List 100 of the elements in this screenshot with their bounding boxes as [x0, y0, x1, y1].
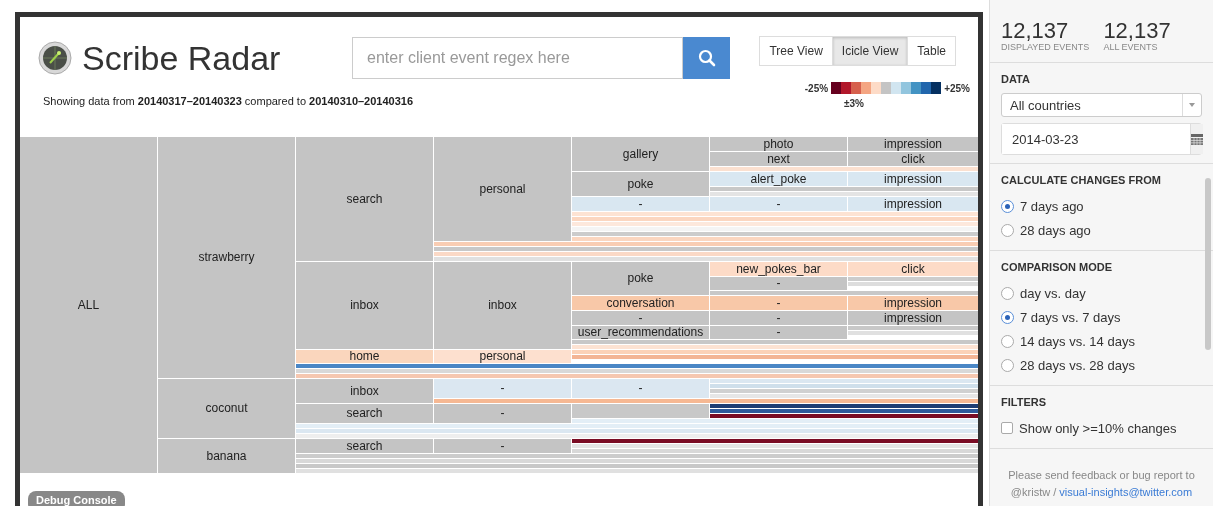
radio-button[interactable] [1001, 310, 1014, 324]
icicle-stripe[interactable] [710, 404, 978, 408]
radio-label[interactable]: 7 days ago [1020, 198, 1084, 214]
radio-label[interactable]: 28 days ago [1020, 222, 1091, 238]
icicle-cell[interactable]: - [710, 311, 847, 325]
date-field[interactable]: 2014-03-23 [1001, 123, 1202, 155]
icicle-stripe[interactable] [710, 409, 978, 413]
icicle-stripe[interactable] [296, 369, 978, 373]
icicle-cell[interactable]: impression [848, 137, 978, 151]
calendar-button[interactable] [1190, 124, 1203, 154]
icicle-cell[interactable]: ALL [20, 137, 157, 473]
icicle-cell[interactable]: impression [848, 172, 978, 186]
icicle-stripe[interactable] [572, 232, 978, 236]
icicle-cell[interactable]: home [296, 350, 433, 363]
icicle-stripe[interactable] [296, 434, 978, 438]
icicle-cell[interactable]: gallery [572, 137, 709, 171]
checkbox[interactable] [1001, 422, 1013, 434]
icicle-stripe[interactable] [572, 222, 978, 226]
icicle-cell[interactable]: impression [848, 197, 978, 211]
icicle-cell[interactable]: - [710, 197, 847, 211]
icicle-cell[interactable]: - [434, 439, 571, 453]
icicle-cell[interactable]: poke [572, 262, 709, 295]
checkbox-label[interactable]: Show only >=10% changes [1019, 420, 1177, 436]
icicle-cell[interactable]: - [710, 296, 847, 310]
icicle-stripe[interactable] [710, 384, 978, 388]
icicle-cell[interactable]: search [296, 404, 433, 423]
icicle-cell[interactable]: personal [434, 137, 571, 241]
radio-button[interactable] [1001, 334, 1014, 348]
icicle-stripe[interactable] [296, 364, 978, 368]
icicle-cell[interactable]: photo [710, 137, 847, 151]
radio-button[interactable] [1001, 286, 1014, 300]
scrollbar[interactable] [1205, 178, 1211, 350]
icicle-stripe[interactable] [848, 277, 978, 281]
icicle-stripe[interactable] [710, 291, 978, 295]
icicle-cell[interactable]: - [710, 277, 847, 290]
icicle-cell[interactable]: search [296, 137, 433, 261]
icicle-cell[interactable]: alert_poke [710, 172, 847, 186]
icicle-cell[interactable]: - [434, 404, 571, 423]
icicle-cell[interactable]: inbox [296, 379, 433, 403]
icicle-cell[interactable]: search [296, 439, 433, 453]
icicle-cell[interactable]: click [848, 152, 978, 166]
radio-label[interactable]: 28 days vs. 28 days [1020, 357, 1135, 373]
icicle-cell[interactable]: banana [158, 439, 295, 473]
icicle-stripe[interactable] [434, 242, 978, 246]
icicle-cell[interactable]: - [572, 379, 709, 398]
icicle-stripe[interactable] [434, 257, 978, 261]
icicle-stripe[interactable] [572, 212, 978, 216]
icicle-stripe[interactable] [572, 444, 978, 448]
country-dropdown[interactable]: All countries [1001, 93, 1202, 117]
radio-button[interactable] [1001, 358, 1014, 372]
icicle-stripe[interactable] [572, 419, 978, 423]
icicle-stripe[interactable] [572, 404, 709, 418]
debug-console-button[interactable]: Debug Console [28, 491, 125, 506]
icicle-stripe[interactable] [296, 469, 978, 473]
icicle-cell[interactable]: impression [848, 296, 978, 310]
icicle-cell[interactable]: inbox [296, 262, 433, 349]
icicle-stripe[interactable] [710, 394, 978, 398]
icicle-stripe[interactable] [572, 439, 978, 443]
icicle-cell[interactable]: inbox [434, 262, 571, 349]
icicle-cell[interactable]: impression [848, 311, 978, 325]
search-button[interactable] [683, 37, 730, 79]
icicle-stripe[interactable] [434, 247, 978, 251]
radio-label[interactable]: day vs. day [1020, 285, 1086, 301]
icicle-stripe[interactable] [710, 192, 978, 196]
icicle-cell[interactable]: coconut [158, 379, 295, 438]
icicle-cell[interactable]: personal [434, 350, 571, 363]
icicle-stripe[interactable] [572, 340, 978, 344]
icicle-stripe[interactable] [572, 355, 978, 359]
regex-search-field[interactable]: enter client event regex here [352, 37, 684, 79]
radio-label[interactable]: 7 days vs. 7 days [1020, 309, 1121, 325]
icicle-cell[interactable]: conversation [572, 296, 709, 310]
icicle-cell[interactable]: new_pokes_bar [710, 262, 847, 276]
icicle-stripe[interactable] [296, 454, 978, 458]
icicle-cell[interactable]: poke [572, 172, 709, 196]
icicle-stripe[interactable] [710, 414, 978, 418]
icicle-cell[interactable]: - [572, 197, 709, 211]
icicle-cell[interactable]: next [710, 152, 847, 166]
radio-button[interactable] [1001, 223, 1014, 237]
icicle-stripe[interactable] [848, 331, 978, 335]
icicle-stripe[interactable] [296, 374, 978, 378]
icicle-stripe[interactable] [572, 350, 978, 354]
icicle-stripe[interactable] [572, 217, 978, 221]
radio-label[interactable]: 14 days vs. 14 days [1020, 333, 1135, 349]
icicle-stripe[interactable] [572, 345, 978, 349]
email-link[interactable]: visual-insights@twitter.com [1059, 486, 1193, 498]
icicle-stripe[interactable] [848, 282, 978, 286]
icicle-cell[interactable]: - [710, 326, 847, 339]
icicle-stripe[interactable] [296, 459, 978, 463]
icicle-stripe[interactable] [710, 167, 978, 171]
icicle-stripe[interactable] [710, 379, 978, 383]
icicle-stripe[interactable] [572, 237, 978, 241]
icicle-cell[interactable]: user_recommendations [572, 326, 709, 339]
icicle-cell[interactable]: - [572, 311, 709, 325]
view-tab[interactable]: Icicle View [831, 37, 908, 65]
radio-button[interactable] [1001, 199, 1014, 213]
icicle-cell[interactable]: click [848, 262, 978, 276]
icicle-cell[interactable]: strawberry [158, 137, 295, 378]
icicle-stripe[interactable] [296, 424, 978, 428]
icicle-stripe[interactable] [434, 399, 978, 403]
icicle-cell[interactable]: - [434, 379, 571, 398]
